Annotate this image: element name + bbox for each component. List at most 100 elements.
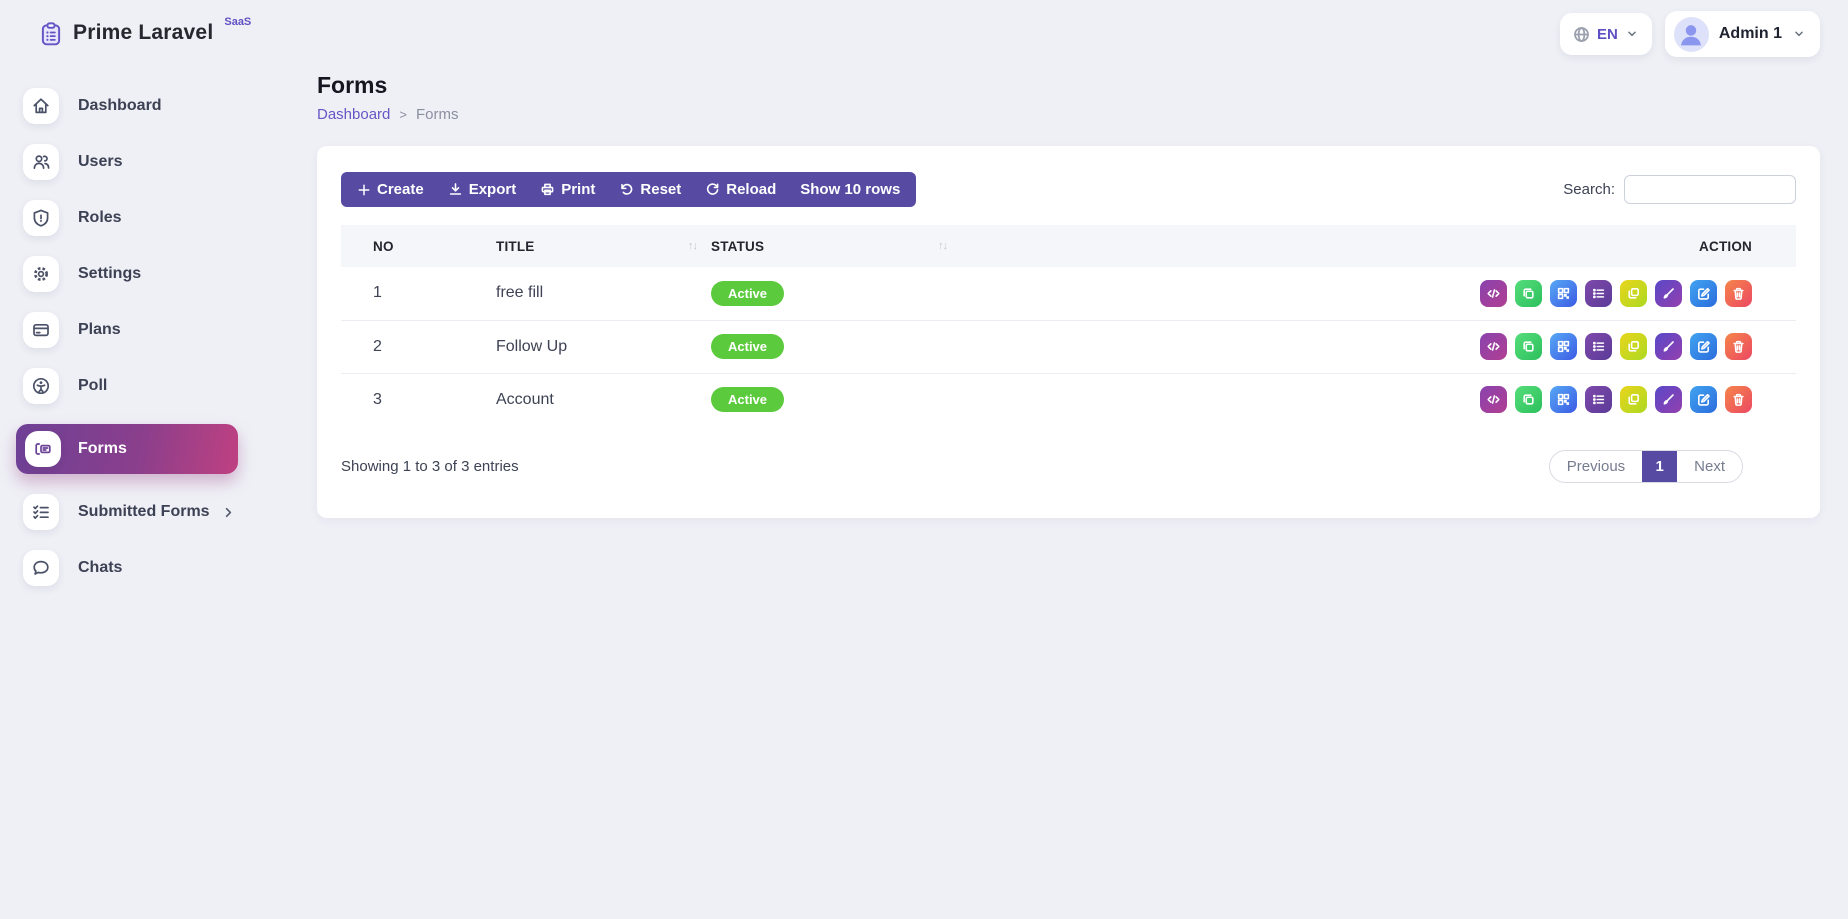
table-row: 3 Account Active <box>341 373 1796 426</box>
breadcrumb-separator: > <box>399 107 407 122</box>
list-icon <box>1591 286 1606 301</box>
clipboard-icon <box>38 21 64 47</box>
brush-button[interactable] <box>1655 280 1682 307</box>
print-button[interactable]: Print <box>528 172 607 207</box>
sidebar-item-settings[interactable]: Settings <box>0 256 252 292</box>
brush-button[interactable] <box>1655 386 1682 413</box>
edit-button[interactable] <box>1690 333 1717 360</box>
table-row: 2 Follow Up Active <box>341 320 1796 373</box>
column-header-no[interactable]: NO <box>341 225 496 267</box>
sidebar-item-forms[interactable]: Forms <box>16 424 238 474</box>
chevron-down-icon <box>1625 27 1639 41</box>
delete-button[interactable] <box>1725 386 1752 413</box>
copy-button[interactable] <box>1620 280 1647 307</box>
undo-icon <box>619 182 634 197</box>
code-icon <box>1486 339 1501 354</box>
trash-icon <box>1731 392 1746 407</box>
sort-icon[interactable]: ↑↓ <box>938 240 947 252</box>
list-icon <box>1591 392 1606 407</box>
brush-button[interactable] <box>1655 333 1682 360</box>
language-selector[interactable]: EN <box>1560 13 1652 55</box>
sort-icon[interactable]: ↑↓ <box>688 240 697 252</box>
sidebar-item-poll[interactable]: Poll <box>0 368 252 404</box>
printer-icon <box>540 182 555 197</box>
duplicate-button[interactable] <box>1515 386 1542 413</box>
duplicate-icon <box>1521 339 1536 354</box>
home-icon <box>23 88 59 124</box>
page-title: Forms <box>317 72 1820 99</box>
edit-icon <box>1696 286 1711 301</box>
duplicate-button[interactable] <box>1515 280 1542 307</box>
delete-button[interactable] <box>1725 333 1752 360</box>
code-button[interactable] <box>1480 386 1507 413</box>
checklist-icon <box>23 494 59 530</box>
sidebar-item-roles[interactable]: Roles <box>0 200 252 236</box>
duplicate-icon <box>1521 392 1536 407</box>
code-button[interactable] <box>1480 280 1507 307</box>
brush-icon <box>1661 339 1676 354</box>
search-label: Search: <box>1563 181 1615 198</box>
copy-button[interactable] <box>1620 333 1647 360</box>
pagination-next[interactable]: Next <box>1677 450 1742 483</box>
export-button[interactable]: Export <box>436 172 529 207</box>
user-menu[interactable]: Admin 1 <box>1665 11 1820 57</box>
duplicate-icon <box>1521 286 1536 301</box>
plus-icon <box>357 183 371 197</box>
copy-icon <box>1626 392 1641 407</box>
pagination-previous[interactable]: Previous <box>1550 450 1642 483</box>
code-button[interactable] <box>1480 333 1507 360</box>
top-bar: EN Admin 1 <box>317 0 1820 58</box>
form-title: Account <box>496 373 711 426</box>
credit-card-icon <box>23 312 59 348</box>
download-icon <box>448 182 463 197</box>
edit-button[interactable] <box>1690 386 1717 413</box>
users-icon <box>23 144 59 180</box>
gear-icon <box>23 256 59 292</box>
edit-button[interactable] <box>1690 280 1717 307</box>
qr-code-button[interactable] <box>1550 386 1577 413</box>
sidebar-item-submitted-forms[interactable]: Submitted Forms <box>0 494 252 530</box>
pagination-page-1[interactable]: 1 <box>1642 450 1677 483</box>
row-number: 2 <box>341 320 496 373</box>
duplicate-button[interactable] <box>1515 333 1542 360</box>
sidebar-item-plans[interactable]: Plans <box>0 312 252 348</box>
list-button[interactable] <box>1585 333 1612 360</box>
search-area: Search: <box>1563 175 1796 204</box>
column-header-status[interactable]: STATUS↑↓ <box>711 225 961 267</box>
poll-icon <box>23 368 59 404</box>
qr-code-button[interactable] <box>1550 280 1577 307</box>
entries-summary: Showing 1 to 3 of 3 entries <box>341 458 519 475</box>
row-actions <box>1450 333 1752 360</box>
sidebar-item-dashboard[interactable]: Dashboard <box>0 88 252 124</box>
user-name: Admin 1 <box>1719 25 1782 43</box>
main-content: EN Admin 1 Forms Dashboard > Forms Creat… <box>252 0 1848 518</box>
breadcrumb-current: Forms <box>416 106 459 123</box>
trash-icon <box>1731 286 1746 301</box>
code-icon <box>1486 286 1501 301</box>
copy-button[interactable] <box>1620 386 1647 413</box>
qr-code-icon <box>1556 339 1571 354</box>
table-header-row: NO TITLE↑↓ STATUS↑↓ ACTION <box>341 225 1796 267</box>
qr-code-button[interactable] <box>1550 333 1577 360</box>
sidebar-item-users[interactable]: Users <box>0 144 252 180</box>
table-row: 1 free fill Active <box>341 267 1796 320</box>
reset-button[interactable]: Reset <box>607 172 693 207</box>
chevron-down-icon <box>1792 27 1806 41</box>
reload-button[interactable]: Reload <box>693 172 788 207</box>
brush-icon <box>1661 286 1676 301</box>
create-button[interactable]: Create <box>345 172 436 207</box>
show-rows-button[interactable]: Show 10 rows <box>788 172 912 207</box>
search-input[interactable] <box>1624 175 1796 204</box>
brand-badge: SaaS <box>224 16 251 28</box>
forms-table-card: Create Export Print Reset Reload <box>317 146 1820 518</box>
form-icon <box>25 431 61 467</box>
breadcrumb-dashboard-link[interactable]: Dashboard <box>317 106 390 123</box>
edit-icon <box>1696 339 1711 354</box>
column-header-title[interactable]: TITLE↑↓ <box>496 225 711 267</box>
delete-button[interactable] <box>1725 280 1752 307</box>
brand-logo[interactable]: Prime Laravel SaaS <box>0 18 252 48</box>
sidebar-item-chats[interactable]: Chats <box>0 550 252 586</box>
list-icon <box>1591 339 1606 354</box>
list-button[interactable] <box>1585 280 1612 307</box>
list-button[interactable] <box>1585 386 1612 413</box>
